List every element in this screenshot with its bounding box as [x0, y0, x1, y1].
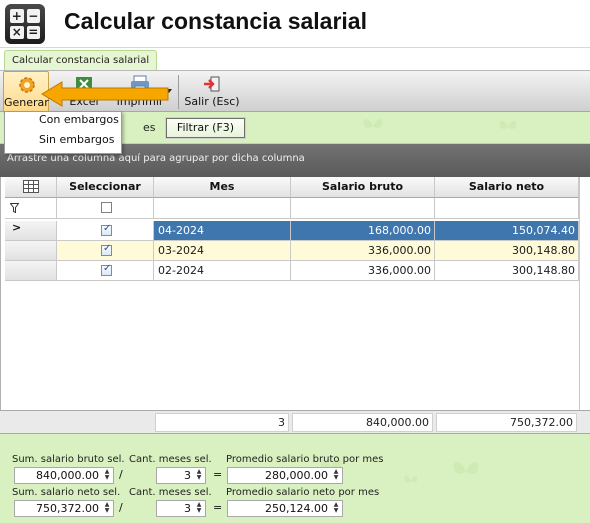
mes-cell[interactable]: 04-2024 [154, 221, 291, 241]
cant-meses-label: Cant. meses sel. [129, 454, 212, 465]
exit-icon [204, 76, 220, 92]
butterfly-decoration-icon [453, 462, 479, 474]
butterfly-decoration-icon [499, 120, 517, 129]
grid-footer-totals: 3 840,000.00 750,372.00 [0, 410, 590, 434]
select-cell[interactable] [57, 241, 154, 261]
row-indicator[interactable] [5, 241, 57, 261]
menu-item-sin-embargos[interactable]: Sin embargos [5, 133, 121, 153]
data-grid: Seleccionar Mes Salario bruto Salario ne… [0, 177, 590, 434]
filter-cell-salario-bruto[interactable] [291, 198, 435, 219]
column-chooser-icon [23, 180, 39, 193]
tab-calcular-constancia[interactable]: Calcular constancia salarial [4, 50, 158, 71]
row-indicator[interactable]: > [5, 221, 57, 241]
salario-neto-cell[interactable]: 150,074.40 [435, 221, 579, 241]
column-header-seleccionar[interactable]: Seleccionar [57, 177, 154, 198]
menu-item-con-embargos[interactable]: Con embargos [5, 113, 121, 133]
salario-neto-cell[interactable]: 300,148.80 [435, 241, 579, 261]
times-glyph: × [10, 25, 24, 40]
toolbar-separator [178, 75, 179, 109]
calculator-icon: + − × = [5, 4, 45, 44]
filter-cell-mes[interactable] [154, 198, 291, 219]
prom-bruto-label: Promedio salario bruto por mes [226, 454, 384, 465]
sum-neto-spinner[interactable]: 750,372.00 ▲ ▼ [14, 500, 114, 517]
group-by-hint: Arrastre una columna aquí para agrupar p… [7, 153, 305, 164]
orange-arrow-icon [41, 81, 169, 107]
mes-cell[interactable]: 03-2024 [154, 241, 291, 261]
summary-panel: Sum. salario bruto sel. 840,000.00 ▲ ▼ / … [0, 434, 590, 523]
column-header-salario-bruto[interactable]: Salario bruto [291, 177, 435, 198]
column-chooser-header[interactable] [5, 177, 57, 198]
filter-checkbox[interactable] [101, 202, 112, 213]
row-select-checkbox[interactable] [101, 243, 112, 256]
filter-cell-salario-neto[interactable] [435, 198, 579, 219]
page-title: Calcular constancia salarial [64, 8, 367, 34]
cant-meses-label: Cant. meses sel. [129, 487, 212, 498]
title-bar: + − × = Calcular constancia salarial [0, 0, 590, 48]
salir-label: Salir (Esc) [184, 95, 240, 108]
spinner-arrows-icon[interactable]: ▲ ▼ [194, 469, 204, 482]
sum-bruto-spinner[interactable]: 840,000.00 ▲ ▼ [14, 467, 114, 484]
minus-glyph: − [26, 8, 40, 23]
divide-operator: / [119, 468, 123, 481]
sum-neto-label: Sum. salario neto sel. [12, 487, 121, 498]
equals-glyph: = [26, 25, 40, 40]
tab-strip: Calcular constancia salarial [0, 48, 590, 71]
prom-neto-label: Promedio salario neto por mes [226, 487, 380, 498]
row-select-checkbox[interactable] [101, 263, 112, 276]
spinner-arrows-icon[interactable]: ▲ ▼ [331, 502, 341, 515]
select-cell[interactable] [57, 221, 154, 241]
equals-operator: = [213, 468, 223, 481]
butterfly-decoration-icon [404, 476, 418, 483]
generar-dropdown-menu: Con embargos Sin embargos [4, 111, 122, 154]
spinner-arrows-icon[interactable]: ▲ ▼ [102, 502, 112, 515]
column-header-salario-neto[interactable]: Salario neto [435, 177, 579, 198]
salario-neto-cell[interactable]: 300,148.80 [435, 261, 579, 281]
filter-row-indicator [5, 198, 57, 219]
butterfly-decoration-icon [363, 119, 383, 129]
cant-meses-spinner[interactable]: 3 ▲ ▼ [156, 500, 206, 517]
filter-funnel-icon[interactable] [10, 203, 19, 213]
mes-cell[interactable]: 02-2024 [154, 261, 291, 281]
spinner-arrows-icon[interactable]: ▲ ▼ [331, 469, 341, 482]
footer-count-cell: 3 [155, 413, 289, 432]
prom-neto-spinner[interactable]: 250,124.00 ▲ ▼ [227, 500, 343, 517]
salir-button[interactable]: Salir (Esc) [183, 71, 241, 113]
divide-operator: / [119, 501, 123, 514]
select-cell[interactable] [57, 261, 154, 281]
prom-bruto-spinner[interactable]: 280,000.00 ▲ ▼ [227, 467, 343, 484]
row-indicator[interactable] [5, 261, 57, 281]
salario-bruto-cell[interactable]: 336,000.00 [291, 261, 435, 281]
plus-glyph: + [10, 8, 24, 23]
filter-cell-seleccionar[interactable] [57, 198, 154, 219]
prom-bruto-value: 280,000.00 [265, 469, 328, 482]
sum-bruto-label: Sum. salario bruto sel. [12, 454, 125, 465]
sum-bruto-value: 840,000.00 [36, 469, 99, 482]
filter-hidden-label: es [143, 121, 156, 134]
footer-neto-total-cell: 750,372.00 [436, 413, 577, 432]
row-select-checkbox[interactable] [101, 223, 112, 236]
prom-neto-value: 250,124.00 [265, 502, 328, 515]
current-row-arrow-icon: > [12, 221, 22, 234]
cant-meses-value: 3 [184, 469, 191, 482]
grid-right-edge [579, 177, 590, 434]
sum-neto-value: 750,372.00 [36, 502, 99, 515]
spinner-arrows-icon[interactable]: ▲ ▼ [102, 469, 112, 482]
filtrar-button[interactable]: Filtrar (F3) [165, 117, 246, 139]
salario-bruto-cell[interactable]: 336,000.00 [291, 241, 435, 261]
equals-operator: = [213, 501, 223, 514]
gear-icon [19, 77, 35, 93]
footer-bruto-total-cell: 840,000.00 [292, 413, 433, 432]
column-header-mes[interactable]: Mes [154, 177, 291, 198]
cant-meses-value: 3 [184, 502, 191, 515]
cant-meses-spinner[interactable]: 3 ▲ ▼ [156, 467, 206, 484]
spinner-arrows-icon[interactable]: ▲ ▼ [194, 502, 204, 515]
salario-bruto-cell[interactable]: 168,000.00 [291, 221, 435, 241]
